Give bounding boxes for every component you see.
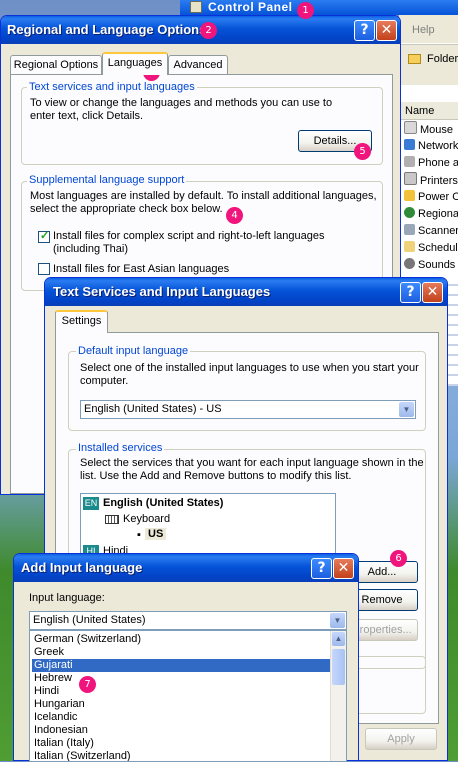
input-language-select[interactable]: English (United States) ▼ (29, 611, 347, 630)
tree-item-keyboard[interactable]: Keyboard (123, 513, 170, 525)
dropdown-scrollbar[interactable]: ▲ (330, 631, 346, 761)
globe-icon (404, 207, 415, 218)
east-asian-checkbox[interactable] (38, 263, 50, 275)
apply-button[interactable]: Apply (365, 728, 437, 750)
tree-item-english[interactable]: English (United States) (103, 497, 223, 509)
annotation-marker-2: 2 (200, 22, 217, 39)
cp-item-scanner[interactable]: Scanner (404, 223, 458, 240)
supplemental-group-label: Supplemental language support (27, 174, 187, 186)
control-panel-icon (190, 1, 202, 13)
list-item[interactable]: Greek (32, 646, 330, 659)
cp-item-schedule[interactable]: Schedule (404, 240, 458, 257)
name-column-label: Name (405, 105, 435, 117)
list-item[interactable]: Indonesian (32, 724, 330, 737)
folder-icon (408, 54, 421, 64)
tree-item-us[interactable]: US (145, 528, 167, 540)
text-services-group-label: Text services and input languages (27, 81, 197, 93)
default-input-description: Select one of the installed input langua… (80, 362, 419, 387)
printer-icon (404, 172, 417, 185)
cp-item-printers[interactable]: Printers (404, 172, 458, 189)
regional-close-button[interactable]: ✕ (376, 20, 397, 41)
chevron-down-icon[interactable]: ▼ (399, 402, 414, 417)
bullet-icon: ▪ (137, 529, 141, 541)
control-panel-title: Control Panel (208, 0, 293, 14)
list-item[interactable]: Hebrew (32, 672, 330, 685)
list-item-selected[interactable]: Gujarati (32, 659, 330, 672)
folder-clock-icon (404, 241, 415, 252)
installed-services-group-label: Installed services (76, 442, 165, 454)
add-input-close-button[interactable]: ✕ (333, 558, 354, 579)
supplemental-description: Most languages are installed by default.… (30, 190, 377, 215)
scroll-thumb[interactable] (332, 649, 345, 685)
text-services-title: Text Services and Input Languages (53, 284, 271, 299)
menu-help[interactable]: Help (412, 24, 435, 36)
add-input-titlebar[interactable]: Add Input language (14, 554, 358, 582)
tab-regional-options[interactable]: Regional Options (10, 55, 102, 75)
cp-item-sounds[interactable]: Sounds a (404, 257, 458, 274)
tab-advanced[interactable]: Advanced (168, 55, 228, 75)
power-icon (404, 190, 415, 201)
language-code-en-icon: EN (83, 497, 99, 510)
add-input-language-dialog: Add Input language ? ✕ Input language: E… (13, 553, 359, 762)
list-item[interactable]: German (Switzerland) (32, 633, 330, 646)
text-services-titlebar[interactable]: Text Services and Input Languages (45, 278, 447, 306)
mouse-icon (404, 121, 417, 134)
cp-item-network[interactable]: Network (404, 138, 458, 155)
list-item[interactable]: Icelandic (32, 711, 330, 724)
tab-languages[interactable]: Languages (102, 52, 168, 75)
east-asian-label[interactable]: Install files for East Asian languages (53, 263, 373, 276)
regional-help-button[interactable]: ? (354, 20, 375, 41)
input-language-dropdown-list[interactable]: German (Switzerland) Greek Gujarati Hebr… (29, 630, 347, 762)
cp-item-power[interactable]: Power O (404, 189, 458, 206)
regional-title: Regional and Language Options (7, 22, 207, 37)
annotation-marker-1: 1 (297, 2, 314, 19)
annotation-marker-6: 6 (390, 550, 407, 567)
list-item[interactable]: Hungarian (32, 698, 330, 711)
text-services-description: To view or change the languages and meth… (30, 97, 333, 122)
list-item[interactable]: Italian (Italy) (32, 737, 330, 750)
annotation-marker-4: 4 (226, 207, 243, 224)
annotation-marker-7: 7 (79, 676, 96, 693)
text-services-close-button[interactable]: ✕ (422, 282, 443, 303)
complex-script-checkbox[interactable]: ✓ (38, 230, 50, 243)
phone-icon (404, 156, 415, 167)
cp-item-phone[interactable]: Phone a (404, 155, 458, 172)
installed-services-tree[interactable]: EN English (United States) Keyboard ▪ US… (80, 493, 336, 555)
cp-item-mouse[interactable]: Mouse (404, 121, 453, 138)
speaker-icon (404, 258, 415, 269)
list-item[interactable]: Hindi (32, 685, 330, 698)
default-input-group-label: Default input language (76, 345, 191, 357)
chevron-down-icon[interactable]: ▼ (330, 613, 345, 628)
checkmark-icon: ✓ (40, 230, 50, 242)
add-input-help-button[interactable]: ? (311, 558, 332, 579)
text-services-help-button[interactable]: ? (400, 282, 421, 303)
default-input-select[interactable]: English (United States) - US ▼ (80, 400, 416, 419)
annotation-marker-5: 5 (354, 143, 371, 160)
scanner-icon (404, 224, 415, 235)
keyboard-icon (105, 515, 119, 524)
add-input-title: Add Input language (21, 560, 143, 575)
complex-script-label[interactable]: Install files for complex script and rig… (53, 230, 373, 256)
scroll-up-icon[interactable]: ▲ (332, 632, 345, 646)
network-icon (404, 139, 415, 150)
cp-item-regional[interactable]: Regiona (404, 206, 458, 223)
tab-settings[interactable]: Settings (55, 310, 108, 333)
list-item[interactable]: Italian (Switzerland) (32, 750, 330, 761)
folders-button[interactable]: Folder (427, 53, 458, 65)
installed-services-description: Select the services that you want for ea… (80, 457, 424, 482)
input-language-label: Input language: (29, 592, 105, 604)
